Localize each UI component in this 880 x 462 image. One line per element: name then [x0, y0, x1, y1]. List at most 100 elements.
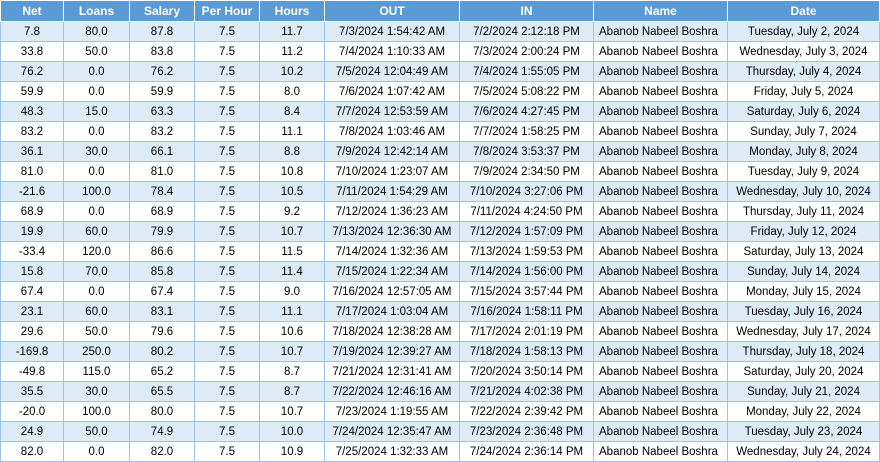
loans-cell[interactable]: 0.0	[63, 121, 130, 142]
in-cell[interactable]: 7/20/2024 3:50:14 PM	[459, 361, 594, 382]
name-cell[interactable]: Abanob Nabeel Boshra	[593, 441, 728, 462]
out-cell[interactable]: 7/17/2024 1:03:04 AM	[324, 301, 460, 322]
date-cell[interactable]: Sunday, July 21, 2024	[727, 381, 880, 402]
out-cell[interactable]: 7/25/2024 1:32:33 AM	[324, 441, 460, 462]
loans-cell[interactable]: 0.0	[63, 201, 130, 222]
hours-cell[interactable]: 8.8	[259, 141, 325, 162]
loans-cell[interactable]: 50.0	[63, 321, 130, 342]
date-cell[interactable]: Monday, July 22, 2024	[727, 401, 880, 422]
salary-cell[interactable]: 83.2	[129, 121, 195, 142]
out-cell[interactable]: 7/6/2024 1:07:42 AM	[324, 81, 460, 102]
date-cell[interactable]: Tuesday, July 9, 2024	[727, 161, 880, 182]
in-cell[interactable]: 7/7/2024 1:58:25 PM	[459, 121, 594, 142]
name-cell[interactable]: Abanob Nabeel Boshra	[593, 41, 728, 62]
loans-cell[interactable]: 80.0	[63, 21, 130, 42]
name-cell[interactable]: Abanob Nabeel Boshra	[593, 401, 728, 422]
out-cell[interactable]: 7/14/2024 1:32:36 AM	[324, 241, 460, 262]
salary-cell[interactable]: 59.9	[129, 81, 195, 102]
in-cell[interactable]: 7/24/2024 2:36:14 PM	[459, 441, 594, 462]
name-cell[interactable]: Abanob Nabeel Boshra	[593, 221, 728, 242]
net-cell[interactable]: 23.1	[0, 301, 64, 322]
header-out[interactable]: OUT	[324, 0, 460, 22]
name-cell[interactable]: Abanob Nabeel Boshra	[593, 201, 728, 222]
per-hour-cell[interactable]: 7.5	[194, 301, 260, 322]
hours-cell[interactable]: 10.7	[259, 401, 325, 422]
per-hour-cell[interactable]: 7.5	[194, 81, 260, 102]
per-hour-cell[interactable]: 7.5	[194, 181, 260, 202]
name-cell[interactable]: Abanob Nabeel Boshra	[593, 21, 728, 42]
out-cell[interactable]: 7/12/2024 1:36:23 AM	[324, 201, 460, 222]
salary-cell[interactable]: 85.8	[129, 261, 195, 282]
loans-cell[interactable]: 0.0	[63, 441, 130, 462]
date-cell[interactable]: Friday, July 12, 2024	[727, 221, 880, 242]
date-cell[interactable]: Wednesday, July 24, 2024	[727, 441, 880, 462]
in-cell[interactable]: 7/15/2024 3:57:44 PM	[459, 281, 594, 302]
in-cell[interactable]: 7/16/2024 1:58:11 PM	[459, 301, 594, 322]
date-cell[interactable]: Thursday, July 4, 2024	[727, 61, 880, 82]
per-hour-cell[interactable]: 7.5	[194, 141, 260, 162]
out-cell[interactable]: 7/9/2024 12:42:14 AM	[324, 141, 460, 162]
out-cell[interactable]: 7/19/2024 12:39:27 AM	[324, 341, 460, 362]
loans-cell[interactable]: 50.0	[63, 421, 130, 442]
name-cell[interactable]: Abanob Nabeel Boshra	[593, 341, 728, 362]
net-cell[interactable]: 15.8	[0, 261, 64, 282]
loans-cell[interactable]: 15.0	[63, 101, 130, 122]
date-cell[interactable]: Sunday, July 7, 2024	[727, 121, 880, 142]
per-hour-cell[interactable]: 7.5	[194, 41, 260, 62]
date-cell[interactable]: Thursday, July 18, 2024	[727, 341, 880, 362]
date-cell[interactable]: Wednesday, July 10, 2024	[727, 181, 880, 202]
out-cell[interactable]: 7/16/2024 12:57:05 AM	[324, 281, 460, 302]
hours-cell[interactable]: 10.8	[259, 161, 325, 182]
salary-cell[interactable]: 87.8	[129, 21, 195, 42]
header-date[interactable]: Date	[727, 0, 880, 22]
in-cell[interactable]: 7/12/2024 1:57:09 PM	[459, 221, 594, 242]
per-hour-cell[interactable]: 7.5	[194, 241, 260, 262]
per-hour-cell[interactable]: 7.5	[194, 401, 260, 422]
name-cell[interactable]: Abanob Nabeel Boshra	[593, 121, 728, 142]
name-cell[interactable]: Abanob Nabeel Boshra	[593, 101, 728, 122]
date-cell[interactable]: Saturday, July 13, 2024	[727, 241, 880, 262]
per-hour-cell[interactable]: 7.5	[194, 201, 260, 222]
hours-cell[interactable]: 10.7	[259, 221, 325, 242]
salary-cell[interactable]: 81.0	[129, 161, 195, 182]
hours-cell[interactable]: 8.7	[259, 361, 325, 382]
net-cell[interactable]: 81.0	[0, 161, 64, 182]
loans-cell[interactable]: 250.0	[63, 341, 130, 362]
out-cell[interactable]: 7/13/2024 12:36:30 AM	[324, 221, 460, 242]
hours-cell[interactable]: 11.2	[259, 41, 325, 62]
per-hour-cell[interactable]: 7.5	[194, 21, 260, 42]
salary-cell[interactable]: 66.1	[129, 141, 195, 162]
salary-cell[interactable]: 83.8	[129, 41, 195, 62]
in-cell[interactable]: 7/10/2024 3:27:06 PM	[459, 181, 594, 202]
salary-cell[interactable]: 76.2	[129, 61, 195, 82]
hours-cell[interactable]: 11.1	[259, 301, 325, 322]
net-cell[interactable]: -20.0	[0, 401, 64, 422]
out-cell[interactable]: 7/4/2024 1:10:33 AM	[324, 41, 460, 62]
name-cell[interactable]: Abanob Nabeel Boshra	[593, 241, 728, 262]
loans-cell[interactable]: 30.0	[63, 141, 130, 162]
net-cell[interactable]: 36.1	[0, 141, 64, 162]
loans-cell[interactable]: 60.0	[63, 301, 130, 322]
net-cell[interactable]: 35.5	[0, 381, 64, 402]
in-cell[interactable]: 7/5/2024 5:08:22 PM	[459, 81, 594, 102]
salary-cell[interactable]: 79.6	[129, 321, 195, 342]
out-cell[interactable]: 7/7/2024 12:53:59 AM	[324, 101, 460, 122]
name-cell[interactable]: Abanob Nabeel Boshra	[593, 321, 728, 342]
name-cell[interactable]: Abanob Nabeel Boshra	[593, 261, 728, 282]
hours-cell[interactable]: 9.0	[259, 281, 325, 302]
date-cell[interactable]: Thursday, July 11, 2024	[727, 201, 880, 222]
loans-cell[interactable]: 115.0	[63, 361, 130, 382]
per-hour-cell[interactable]: 7.5	[194, 161, 260, 182]
in-cell[interactable]: 7/3/2024 2:00:24 PM	[459, 41, 594, 62]
loans-cell[interactable]: 0.0	[63, 281, 130, 302]
net-cell[interactable]: -21.6	[0, 181, 64, 202]
in-cell[interactable]: 7/14/2024 1:56:00 PM	[459, 261, 594, 282]
in-cell[interactable]: 7/21/2024 4:02:38 PM	[459, 381, 594, 402]
date-cell[interactable]: Tuesday, July 23, 2024	[727, 421, 880, 442]
hours-cell[interactable]: 8.7	[259, 381, 325, 402]
net-cell[interactable]: -49.8	[0, 361, 64, 382]
hours-cell[interactable]: 11.4	[259, 261, 325, 282]
date-cell[interactable]: Sunday, July 14, 2024	[727, 261, 880, 282]
hours-cell[interactable]: 11.7	[259, 21, 325, 42]
net-cell[interactable]: -169.8	[0, 341, 64, 362]
